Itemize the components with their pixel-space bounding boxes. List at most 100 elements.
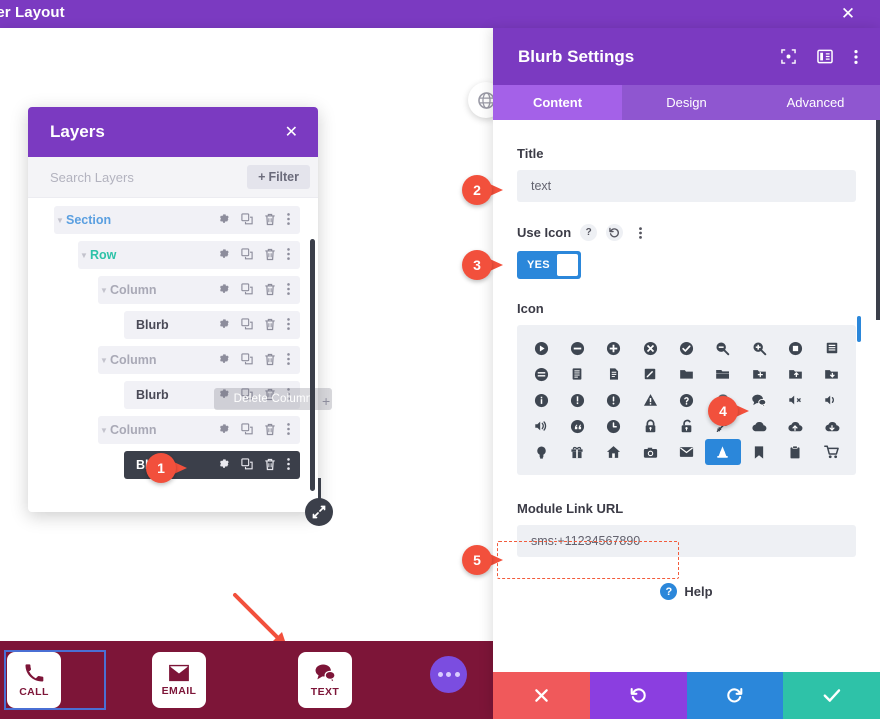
duplicate-icon[interactable] <box>241 213 253 227</box>
list-icon[interactable] <box>814 335 850 361</box>
times-circle-icon[interactable] <box>632 335 668 361</box>
unlock-icon[interactable] <box>668 413 704 439</box>
trash-icon[interactable] <box>264 353 276 368</box>
home-icon[interactable] <box>596 439 632 465</box>
menu-circle-icon[interactable] <box>523 361 559 387</box>
folder-up-icon[interactable] <box>777 361 813 387</box>
minus-circle-icon[interactable] <box>559 335 595 361</box>
zoom-out-icon[interactable] <box>705 335 741 361</box>
gear-icon[interactable] <box>218 353 230 367</box>
warning-triangle-icon[interactable] <box>632 387 668 413</box>
clock-icon[interactable] <box>596 413 632 439</box>
cart-icon[interactable] <box>814 439 850 465</box>
undo-button[interactable] <box>589 672 687 719</box>
play-circle-icon[interactable] <box>523 335 559 361</box>
kebab-icon[interactable] <box>287 353 290 367</box>
layer-row-blurb[interactable]: Blurb <box>124 311 300 339</box>
gear-icon[interactable] <box>218 283 230 297</box>
lightbulb-icon[interactable] <box>523 439 559 465</box>
help-link[interactable]: ? Help <box>517 583 856 600</box>
folder-open-icon[interactable] <box>705 361 741 387</box>
info-circle-icon[interactable] <box>523 387 559 413</box>
layout-icon[interactable] <box>817 49 833 64</box>
save-button[interactable] <box>783 672 880 719</box>
speaker-icon[interactable] <box>523 413 559 439</box>
focus-icon[interactable] <box>781 49 796 64</box>
document-icon[interactable] <box>596 361 632 387</box>
close-icon[interactable]: ✕ <box>838 4 858 24</box>
zoom-in-icon[interactable] <box>741 335 777 361</box>
gear-icon[interactable] <box>218 318 230 332</box>
cone-icon[interactable] <box>704 439 741 465</box>
trash-icon[interactable] <box>264 283 276 298</box>
pencil-box-icon[interactable] <box>632 361 668 387</box>
trash-icon[interactable] <box>264 213 276 228</box>
add-column-icon[interactable]: + <box>322 393 330 409</box>
question-circle-icon[interactable] <box>668 387 704 413</box>
chevron-down-icon[interactable]: ▼ <box>78 251 90 260</box>
duplicate-icon[interactable] <box>241 318 253 332</box>
duplicate-icon[interactable] <box>241 283 253 297</box>
mail-icon[interactable] <box>668 439 704 465</box>
kebab-icon[interactable] <box>287 248 290 262</box>
tab-advanced[interactable]: Advanced <box>751 85 880 120</box>
cloud-upload-icon[interactable] <box>777 413 813 439</box>
icon-grid-scrollbar[interactable] <box>857 316 861 342</box>
chevron-down-icon[interactable]: ▼ <box>98 426 110 435</box>
chevron-down-icon[interactable]: ▼ <box>98 286 110 295</box>
layer-row-section[interactable]: ▼ Section <box>54 206 300 234</box>
folder-down-icon[interactable] <box>814 361 850 387</box>
gift-icon[interactable] <box>559 439 595 465</box>
kebab-icon[interactable] <box>287 283 290 297</box>
trash-icon[interactable] <box>264 458 276 473</box>
exclamation-circle-icon[interactable] <box>559 387 595 413</box>
title-input[interactable]: text <box>517 170 856 202</box>
kebab-icon[interactable] <box>287 423 290 437</box>
cloud-download-icon[interactable] <box>814 413 850 439</box>
volume-up-icon[interactable] <box>814 387 850 413</box>
layers-scrollbar[interactable] <box>310 239 315 491</box>
redo-button[interactable] <box>686 672 784 719</box>
folder-add-icon[interactable] <box>741 361 777 387</box>
stop-circle-icon[interactable] <box>777 335 813 361</box>
bookmark-icon[interactable] <box>741 439 777 465</box>
kebab-icon[interactable] <box>854 49 858 65</box>
camera-icon[interactable] <box>632 439 668 465</box>
chevron-down-icon[interactable]: ▼ <box>54 216 66 225</box>
search-input[interactable]: Search Layers <box>50 170 134 185</box>
lock-icon[interactable] <box>632 413 668 439</box>
gear-icon[interactable] <box>218 458 230 472</box>
document-lines-icon[interactable] <box>559 361 595 387</box>
quote-circle-icon[interactable] <box>559 413 595 439</box>
question-icon[interactable]: ? <box>580 224 598 241</box>
kebab-icon[interactable] <box>287 318 290 332</box>
cancel-button[interactable] <box>493 672 590 719</box>
trash-icon[interactable] <box>264 423 276 438</box>
resize-handle[interactable] <box>305 498 333 526</box>
gear-icon[interactable] <box>218 423 230 437</box>
layer-row-column[interactable]: ▼ Column <box>98 276 300 304</box>
layer-row-column[interactable]: ▼ Column <box>98 346 300 374</box>
check-circle-icon[interactable] <box>668 335 704 361</box>
folder-icon[interactable] <box>668 361 704 387</box>
kebab-icon[interactable] <box>632 224 649 241</box>
kebab-icon[interactable] <box>287 458 290 472</box>
panel-scrollbar[interactable] <box>876 120 880 320</box>
filter-button[interactable]: + Filter <box>247 165 310 189</box>
layer-row-column[interactable]: ▼ Column <box>98 416 300 444</box>
duplicate-icon[interactable] <box>241 248 253 262</box>
plus-circle-icon[interactable] <box>596 335 632 361</box>
close-icon[interactable]: ✕ <box>285 122 298 142</box>
footer-more-button[interactable] <box>430 656 467 693</box>
footer-email-button[interactable]: EMAIL <box>152 652 206 708</box>
chevron-down-icon[interactable]: ▼ <box>98 356 110 365</box>
duplicate-icon[interactable] <box>241 353 253 367</box>
use-icon-toggle[interactable]: YES <box>517 251 581 279</box>
trash-icon[interactable] <box>264 248 276 263</box>
alert-circle-icon[interactable] <box>596 387 632 413</box>
undo-icon[interactable] <box>606 224 624 241</box>
layer-row-row[interactable]: ▼ Row <box>78 241 300 269</box>
footer-text-button[interactable]: TEXT <box>298 652 352 708</box>
trash-icon[interactable] <box>264 318 276 333</box>
duplicate-icon[interactable] <box>241 423 253 437</box>
